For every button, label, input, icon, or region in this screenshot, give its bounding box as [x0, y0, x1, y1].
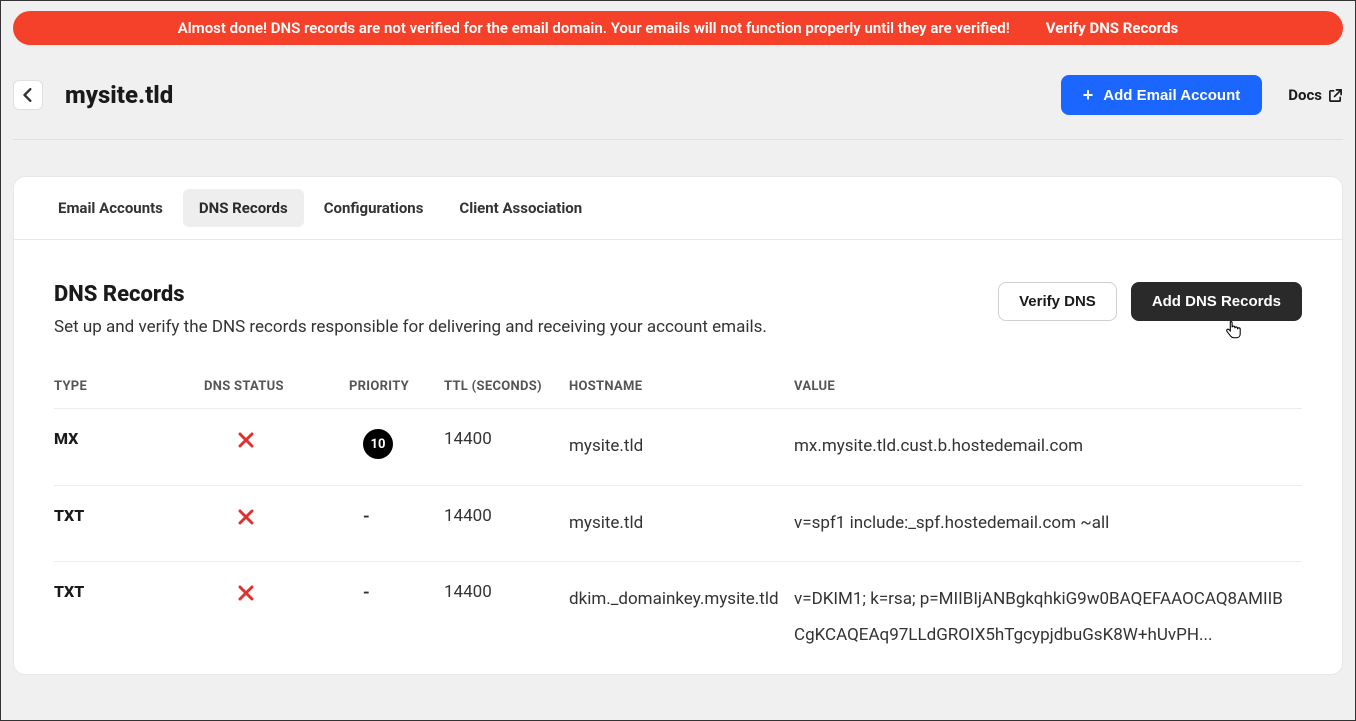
x-icon: [238, 582, 254, 606]
th-value: VALUE: [794, 379, 1302, 394]
external-link-icon: [1328, 88, 1343, 103]
cell-hostname: mysite.tld: [569, 429, 794, 465]
table-row: MX 10 14400 mysite.tld mx.mysite.tld.cus…: [54, 408, 1302, 485]
back-button[interactable]: [13, 80, 43, 110]
cursor-pointer-icon: [1224, 320, 1242, 346]
page-title: mysite.tld: [65, 81, 173, 109]
cell-ttl: 14400: [444, 506, 569, 526]
tab-dns-records[interactable]: DNS Records: [183, 189, 304, 227]
tab-configurations[interactable]: Configurations: [308, 189, 440, 227]
cell-priority: 10: [349, 429, 444, 459]
table-row: TXT - 14400 mysite.tld v=spf1 include:_s…: [54, 485, 1302, 562]
th-type: TYPE: [54, 379, 204, 394]
cell-ttl: 14400: [444, 429, 569, 449]
th-ttl: TTL (SECONDS): [444, 379, 569, 394]
verify-dns-button[interactable]: Verify DNS: [998, 282, 1117, 321]
cell-value: v=spf1 include:_spf.hostedemail.com ~all: [794, 506, 1302, 542]
add-email-account-button[interactable]: + Add Email Account: [1061, 75, 1262, 115]
cell-status: [204, 582, 349, 606]
priority-badge: 10: [363, 429, 393, 459]
cell-value: mx.mysite.tld.cust.b.hostedemail.com: [794, 429, 1302, 465]
x-icon: [238, 506, 254, 530]
cell-priority: -: [349, 506, 444, 527]
priority-dash: -: [363, 582, 370, 603]
main-card: Email Accounts DNS Records Configuration…: [13, 176, 1343, 675]
section-header: DNS Records Set up and verify the DNS re…: [14, 240, 1342, 349]
cell-status: [204, 429, 349, 453]
plus-icon: +: [1083, 86, 1094, 104]
table-row: TXT - 14400 dkim._domainkey.mysite.tld v…: [54, 561, 1302, 673]
cell-priority: -: [349, 582, 444, 603]
docs-label: Docs: [1288, 86, 1322, 104]
section-description: Set up and verify the DNS records respon…: [54, 317, 998, 337]
alert-message: Almost done! DNS records are not verifie…: [178, 19, 1010, 37]
cell-hostname: dkim._domainkey.mysite.tld: [569, 582, 794, 618]
cell-status: [204, 506, 349, 530]
table-header-row: TYPE DNS STATUS PRIORITY TTL (SECONDS) H…: [54, 379, 1302, 408]
cell-hostname: mysite.tld: [569, 506, 794, 542]
th-hostname: HOSTNAME: [569, 379, 794, 394]
cell-value: v=DKIM1; k=rsa; p=MIIBIjANBgkqhkiG9w0BAQ…: [794, 582, 1302, 653]
cell-type: TXT: [54, 582, 204, 601]
tab-email-accounts[interactable]: Email Accounts: [42, 189, 179, 227]
add-email-label: Add Email Account: [1103, 87, 1240, 104]
th-status: DNS STATUS: [204, 379, 349, 394]
th-priority: PRIORITY: [349, 379, 444, 394]
tab-client-association[interactable]: Client Association: [443, 189, 598, 227]
cell-type: MX: [54, 429, 204, 448]
cell-type: TXT: [54, 506, 204, 525]
page-header: mysite.tld + Add Email Account Docs: [13, 45, 1343, 140]
priority-dash: -: [363, 506, 370, 527]
docs-link[interactable]: Docs: [1288, 86, 1343, 104]
dns-records-table: TYPE DNS STATUS PRIORITY TTL (SECONDS) H…: [14, 379, 1342, 674]
verify-dns-records-link[interactable]: Verify DNS Records: [1046, 19, 1178, 37]
section-title: DNS Records: [54, 282, 998, 307]
cell-ttl: 14400: [444, 582, 569, 602]
chevron-left-icon: [23, 88, 33, 102]
add-dns-records-button[interactable]: Add DNS Records: [1131, 282, 1302, 321]
alert-banner: Almost done! DNS records are not verifie…: [13, 11, 1343, 45]
x-icon: [238, 429, 254, 453]
tabs: Email Accounts DNS Records Configuration…: [14, 177, 1342, 240]
